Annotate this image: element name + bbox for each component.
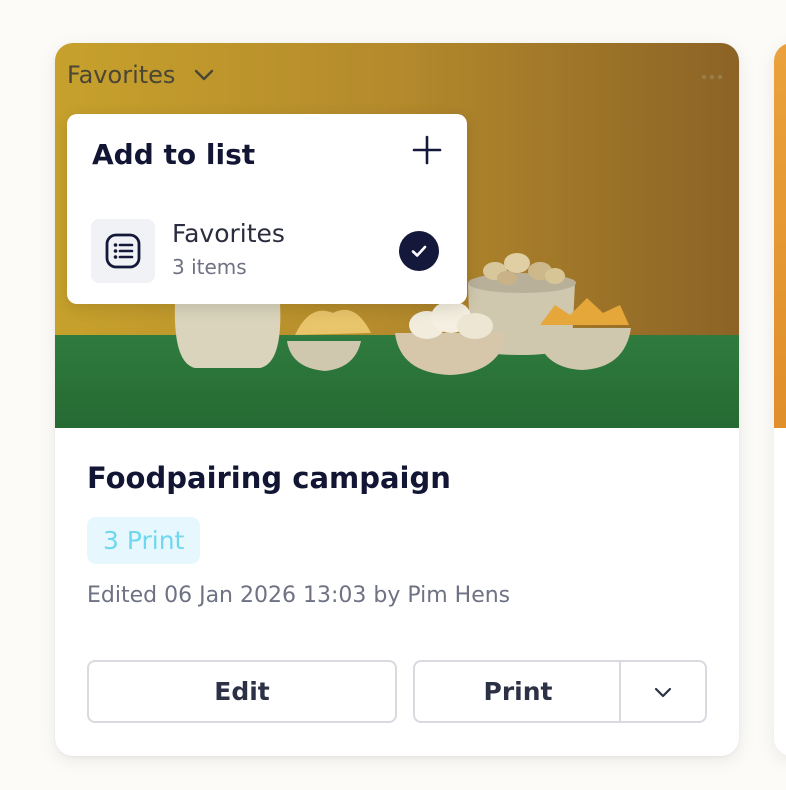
print-options-button[interactable]: [619, 660, 707, 723]
edit-button[interactable]: Edit: [87, 660, 397, 723]
chevron-down-icon: [654, 687, 672, 697]
list-selector-label: Favorites: [67, 61, 176, 89]
print-button[interactable]: Print: [413, 660, 621, 723]
list-item-favorites[interactable]: Favorites 3 items: [91, 219, 443, 283]
edited-info: Edited 06 Jan 2026 13:03 by Pim Hens: [87, 583, 511, 608]
popover-title: Add to list: [92, 138, 256, 171]
add-to-list-popover: Add to list Favorites 3 items: [67, 114, 467, 304]
status-badge: 3 Print: [87, 517, 201, 564]
next-card-image: [774, 43, 786, 428]
more-horizontal-icon[interactable]: [699, 67, 725, 87]
plus-icon[interactable]: [411, 134, 443, 166]
check-icon[interactable]: [399, 231, 439, 271]
next-card-peek[interactable]: [774, 43, 786, 756]
chevron-down-icon: [195, 69, 214, 81]
card-title: Foodpairing campaign: [87, 461, 451, 495]
list-item-count: 3 items: [172, 255, 247, 279]
campaign-card: Favorites Add to list Favorites 3 items …: [55, 43, 739, 756]
list-selector-toggle[interactable]: Favorites: [67, 61, 217, 89]
list-item-name: Favorites: [172, 219, 285, 248]
list-icon: [91, 219, 155, 283]
